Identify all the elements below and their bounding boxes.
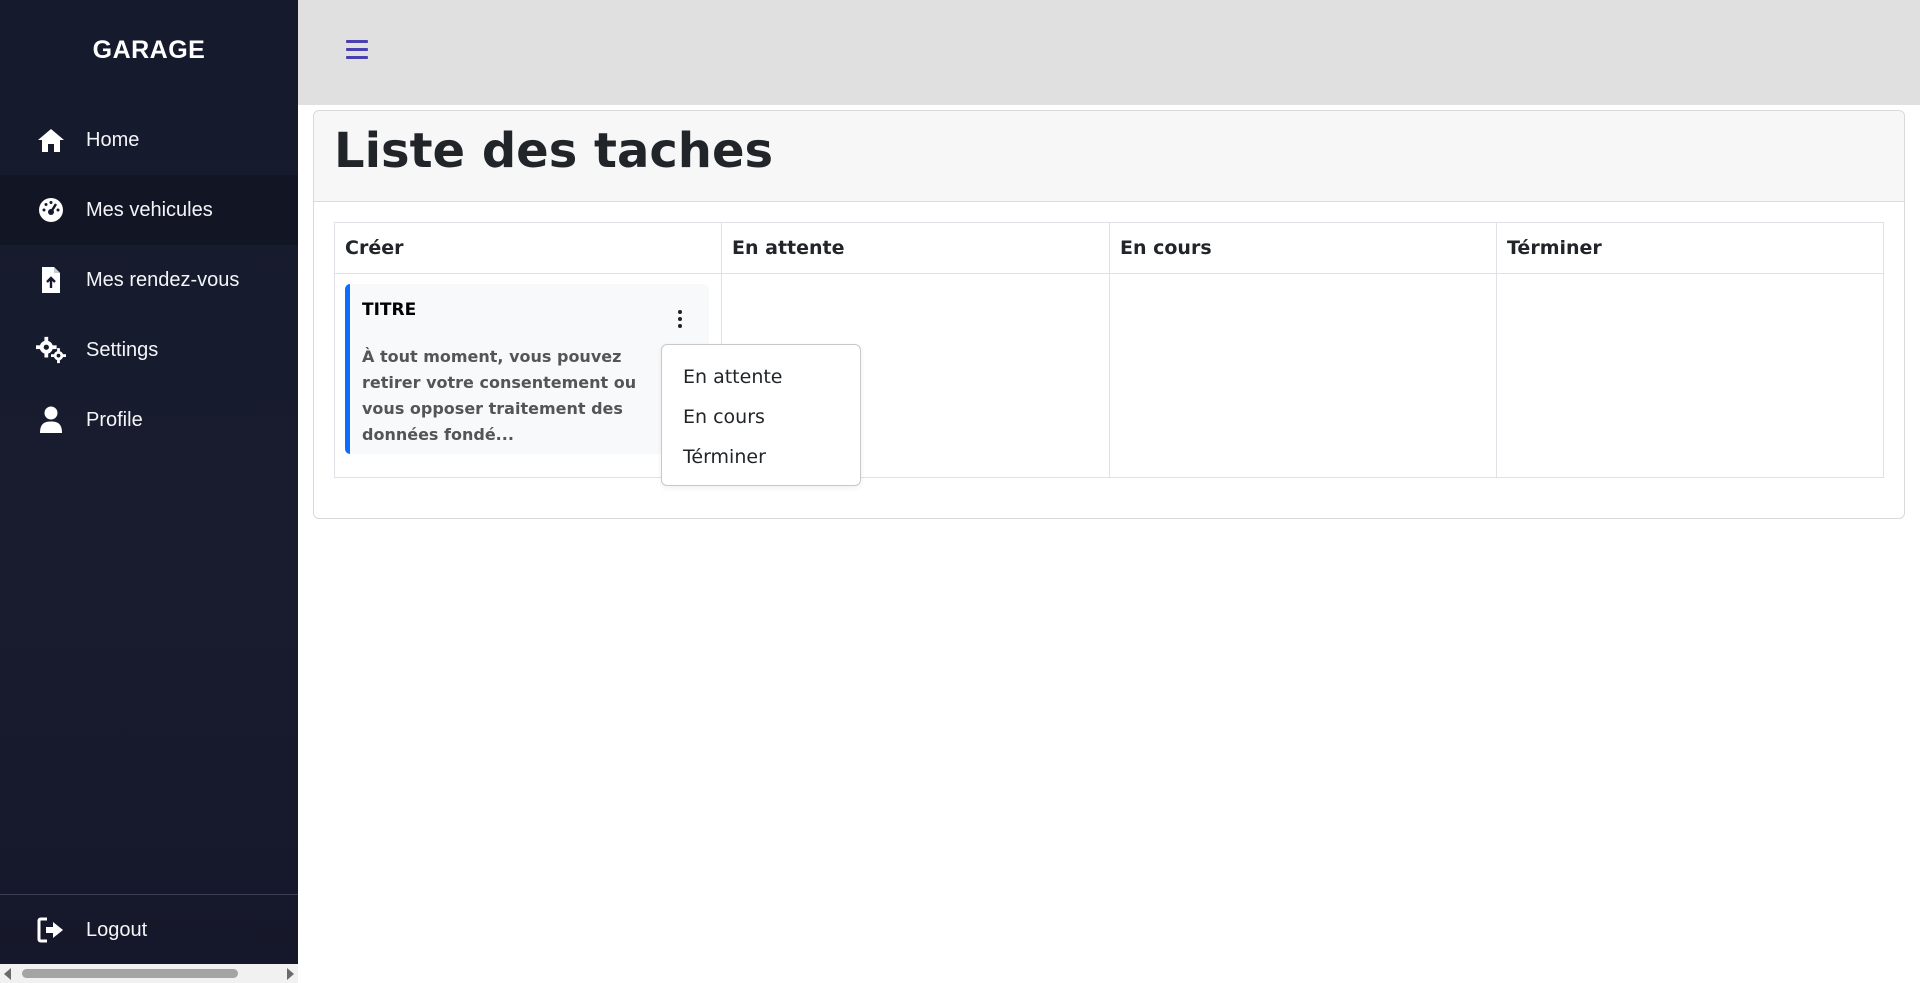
hamburger-icon[interactable] xyxy=(346,40,368,60)
sign-out-icon xyxy=(36,915,66,945)
horizontal-scrollbar[interactable] xyxy=(0,964,298,983)
sidebar-item-label: Home xyxy=(86,128,140,151)
sidebar-item-label: Mes rendez-vous xyxy=(86,268,240,291)
column-header-en-cours: En cours xyxy=(1110,223,1497,274)
page-title: Liste des taches xyxy=(334,123,774,179)
kebab-menu-icon[interactable] xyxy=(673,310,687,332)
column-terminer xyxy=(1497,274,1883,478)
scroll-right-icon[interactable] xyxy=(287,968,294,980)
sidebar-nav: Home Mes vehicules Mes rendez-vous Setti… xyxy=(0,105,298,455)
sidebar-item-label: Settings xyxy=(86,338,159,361)
sidebar-item-settings[interactable]: Settings xyxy=(0,315,298,385)
sidebar-item-label: Mes vehicules xyxy=(86,198,213,221)
sidebar-item-label: Profile xyxy=(86,408,143,431)
column-header-creer: Créer xyxy=(335,223,722,274)
tasks-card: Liste des taches Créer En attente En cou… xyxy=(313,110,1905,519)
sidebar-item-mes-vehicules[interactable]: Mes vehicules xyxy=(0,175,298,245)
card-header: Liste des taches xyxy=(314,111,1904,202)
gears-icon xyxy=(36,335,66,365)
column-en-cours xyxy=(1110,274,1497,478)
dropdown-item-en-attente[interactable]: En attente xyxy=(662,357,860,397)
column-header-terminer: Términer xyxy=(1497,223,1883,274)
file-upload-icon xyxy=(36,265,66,295)
logout-label: Logout xyxy=(86,918,148,941)
sidebar-item-profile[interactable]: Profile xyxy=(0,385,298,455)
task-title: TITRE xyxy=(362,300,417,320)
column-header-en-attente: En attente xyxy=(722,223,1110,274)
task-description: À tout moment, vous pouvez retirer votre… xyxy=(362,347,637,444)
brand-logo[interactable]: GARAGE xyxy=(0,36,298,65)
scrollbar-thumb[interactable] xyxy=(22,969,238,978)
dropdown-item-terminer[interactable]: Términer xyxy=(662,437,860,477)
task-board: Créer En attente En cours Términer TITRE… xyxy=(334,222,1884,478)
sidebar: GARAGE Home Mes vehicules Mes rendez-vou… xyxy=(0,0,298,983)
sidebar-item-mes-rendez-vous[interactable]: Mes rendez-vous xyxy=(0,245,298,315)
scroll-left-icon[interactable] xyxy=(4,968,11,980)
logout-section: Logout xyxy=(0,894,298,964)
logout-button[interactable]: Logout xyxy=(0,895,298,965)
task-card[interactable]: TITRE À tout moment, vous pouvez retirer… xyxy=(345,284,709,454)
user-icon xyxy=(36,405,66,435)
gauge-icon xyxy=(36,195,66,225)
dropdown-item-en-cours[interactable]: En cours xyxy=(662,397,860,437)
sidebar-item-home[interactable]: Home xyxy=(0,105,298,175)
topbar xyxy=(298,0,1920,105)
task-status-dropdown: En attente En cours Términer xyxy=(661,344,861,486)
home-icon xyxy=(36,125,66,155)
